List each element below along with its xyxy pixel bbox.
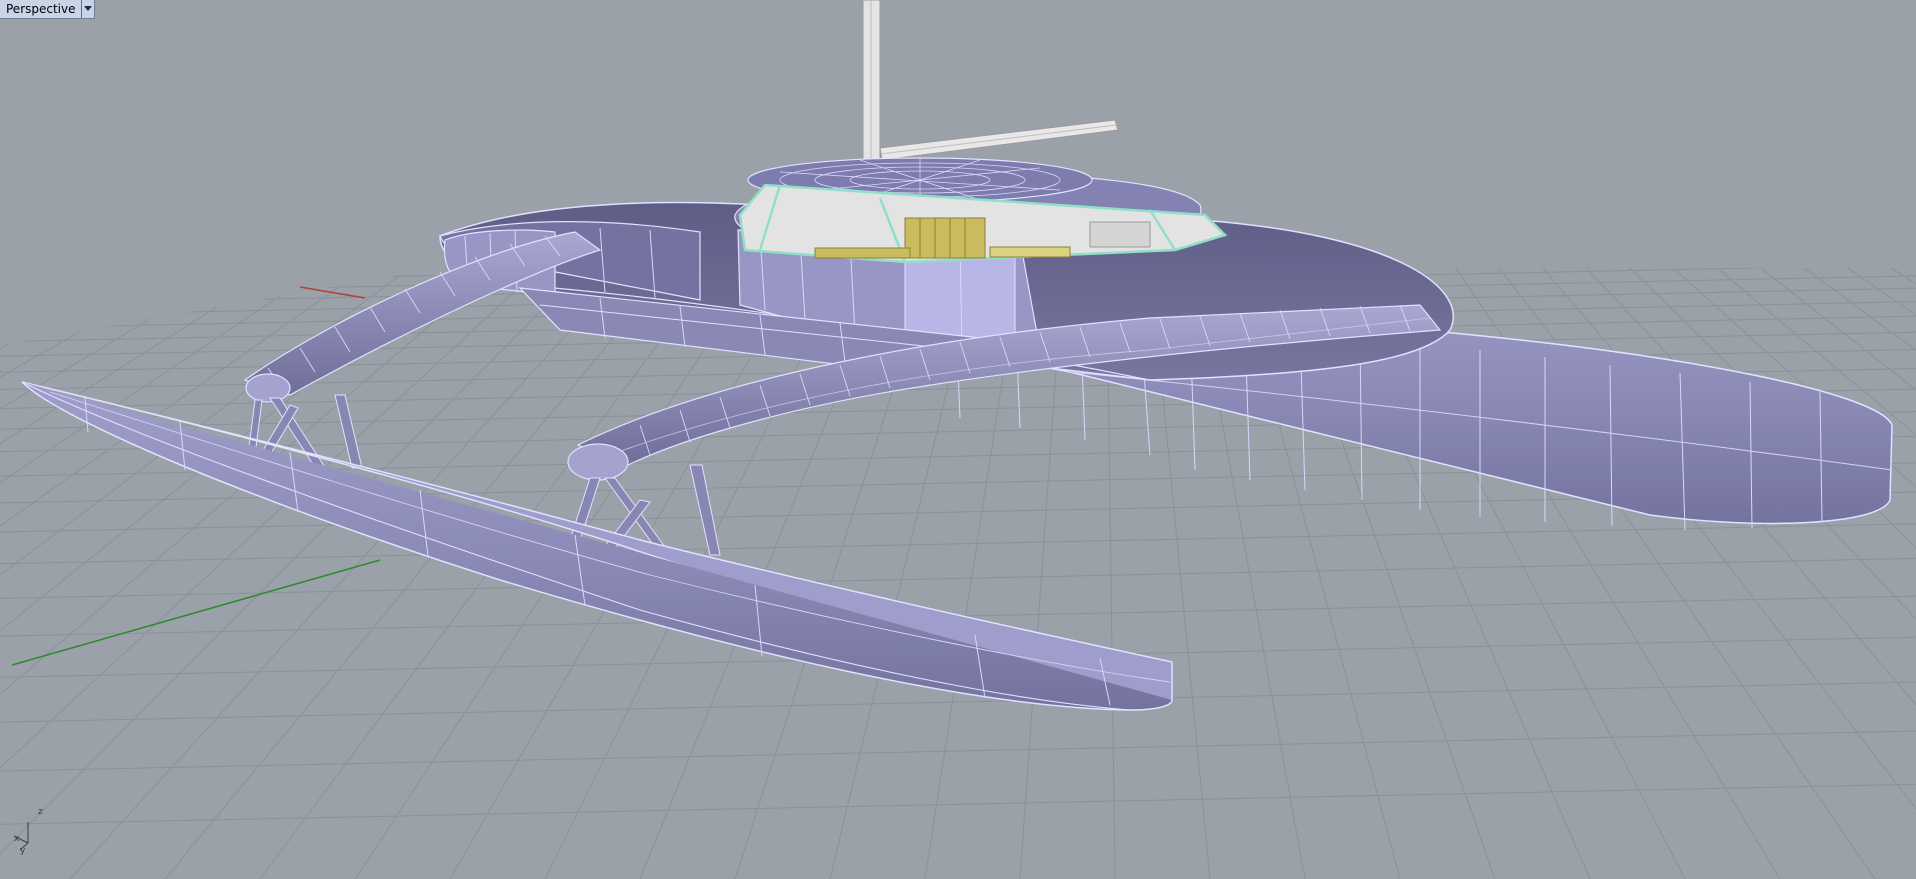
- viewport-title[interactable]: Perspective: [0, 0, 81, 18]
- viewport-title-tab[interactable]: Perspective: [0, 0, 95, 19]
- axis-x-label: x: [14, 834, 20, 844]
- dropdown-triangle-icon[interactable]: [80, 0, 94, 18]
- axis-z-label: z: [38, 807, 43, 817]
- aft-outrigger-arm: [243, 231, 602, 476]
- x-axis-line: [299, 286, 366, 299]
- perspective-viewport[interactable]: z x y Perspective: [0, 0, 1916, 879]
- world-axes-icon: z x y: [13, 807, 43, 856]
- y-axis-line: [11, 559, 381, 666]
- axis-y-label: y: [20, 846, 26, 856]
- viewport-scene: z x y: [0, 0, 1916, 879]
